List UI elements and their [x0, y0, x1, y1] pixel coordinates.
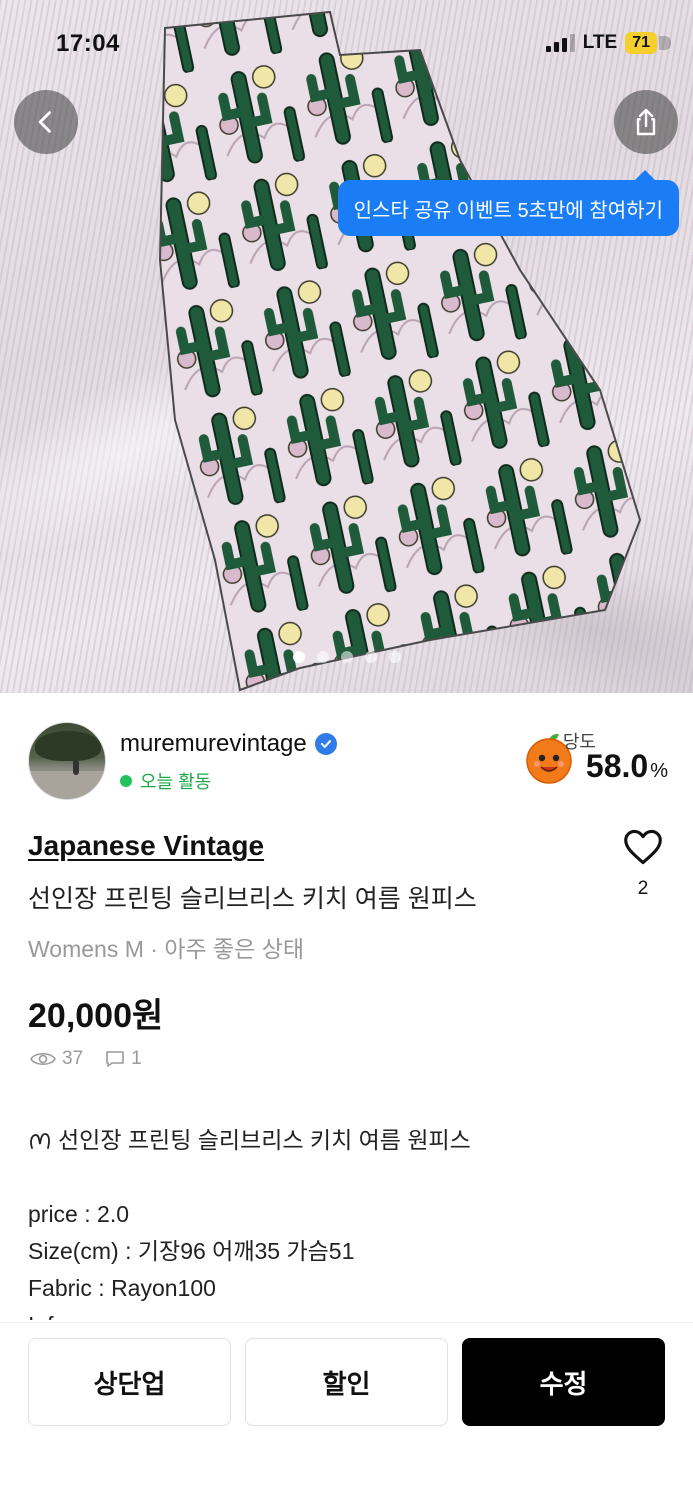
like-button[interactable]: 2: [621, 828, 665, 900]
avatar-person: [73, 759, 79, 775]
status-time: 17:04: [56, 30, 120, 57]
cactus-outline-icon: [30, 1132, 50, 1149]
back-button[interactable]: [14, 90, 78, 154]
view-comment-stats: 37 1: [30, 1048, 142, 1070]
carousel-dot: [292, 651, 305, 663]
chevron-left-icon: [38, 111, 51, 133]
brand-link[interactable]: Japanese Vintage: [28, 830, 264, 862]
edit-button[interactable]: 수정: [462, 1338, 665, 1426]
product-image-carousel[interactable]: 17:04 LTE 71 인스타 공유 이벤트 5초만에 참여하기: [0, 0, 693, 693]
network-label: LTE: [582, 32, 618, 53]
description-line: Info :: [28, 1307, 668, 1320]
carousel-dot: [340, 651, 353, 663]
size-condition: Womens M · 아주 좋은 상태: [28, 936, 305, 962]
signal-icon: [545, 34, 575, 52]
avatar-tree: [35, 731, 101, 761]
battery-icon: 71: [625, 32, 671, 54]
manner-label: 당도: [562, 732, 596, 752]
verified-badge-icon: [314, 733, 337, 755]
heart-icon: [624, 829, 662, 865]
like-count: 2: [637, 878, 649, 899]
carousel-indicator: [0, 651, 693, 663]
product-description: 선인장 프린팅 슬리브리스 키치 여름 원피스 price : 2.0 Size…: [28, 1122, 668, 1320]
comment-count: 1: [131, 1048, 142, 1069]
manner-score-value: 58.0%: [586, 748, 668, 785]
comment-icon: [106, 1051, 124, 1067]
product-photo-dress: [158, 10, 642, 692]
activity-status: 오늘 활동: [120, 768, 211, 794]
description-line: Fabric : Rayon100: [28, 1275, 216, 1301]
share-button[interactable]: [614, 90, 678, 154]
carousel-dot: [316, 651, 329, 663]
carousel-dot: [388, 651, 401, 663]
discount-button[interactable]: 할인: [245, 1338, 448, 1426]
status-indicators: LTE 71: [545, 32, 671, 54]
carousel-dot: [364, 651, 377, 663]
manner-score-unit: %: [650, 760, 668, 782]
seller-name[interactable]: muremurevintage: [120, 730, 337, 758]
seller-profile[interactable]: muremurevintage 오늘 활동 58.0% 당도: [28, 722, 668, 802]
eye-icon: [30, 1052, 56, 1066]
description-line: Size(cm) : 기장96 어깨35 가슴51: [28, 1238, 355, 1264]
online-dot-icon: [120, 775, 132, 787]
product-title: 선인장 프린팅 슬리브리스 키치 여름 원피스: [28, 885, 477, 913]
price: 20,000원: [28, 997, 164, 1035]
share-icon: [636, 108, 656, 136]
seller-name-text: muremurevintage: [120, 730, 307, 757]
avatar[interactable]: [28, 722, 106, 800]
avatar-ground: [29, 771, 105, 799]
share-event-tooltip[interactable]: 인스타 공유 이벤트 5초만에 참여하기: [337, 170, 679, 236]
bottom-action-bar: 상단업 할인 수정: [0, 1322, 693, 1500]
description-headline: 선인장 프린팅 슬리브리스 키치 여름 원피스: [58, 1127, 471, 1153]
description-headline-row: 선인장 프린팅 슬리브리스 키치 여름 원피스: [28, 1122, 668, 1159]
view-count: 37: [62, 1048, 84, 1069]
description-line: price : 2.0: [28, 1201, 129, 1227]
bump-button[interactable]: 상단업: [28, 1338, 231, 1426]
activity-text: 오늘 활동: [140, 772, 212, 792]
